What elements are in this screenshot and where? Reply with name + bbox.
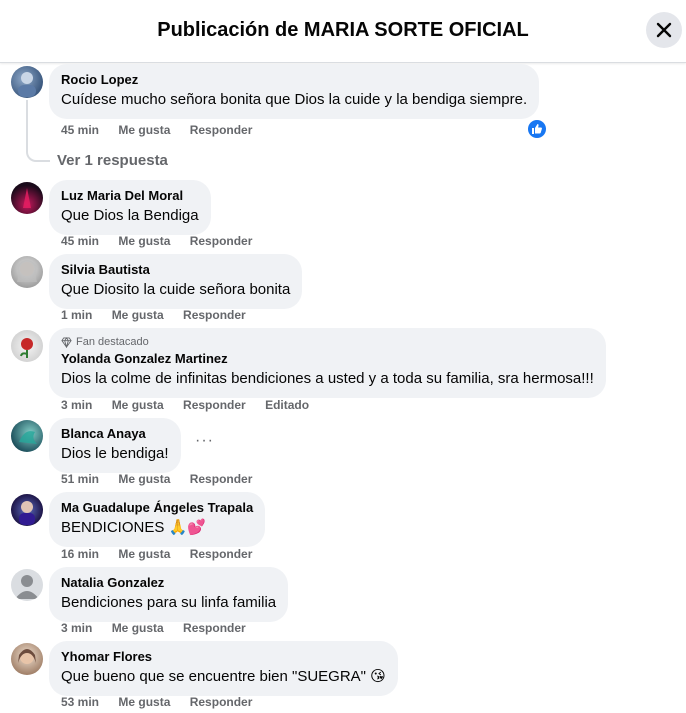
reply-button[interactable]: Responder [190,695,253,709]
more-options-button[interactable]: ··· [195,432,214,450]
comment-text: Que Diosito la cuide señora bonita [61,281,291,298]
top-fan-badge: Fan destacado [61,336,594,348]
dialog-header: Publicación de MARIA SORTE OFICIAL [0,0,686,63]
reply-button[interactable]: Responder [190,234,253,248]
comment-bubble: Blanca Anaya Dios le bendiga! [49,418,181,473]
avatar[interactable] [11,494,43,526]
comment-bubble: Silvia Bautista Que Diosito la cuide señ… [49,254,303,309]
comment-author[interactable]: Luz Maria Del Moral [61,188,199,204]
close-icon [656,22,672,38]
comment-bubble: Rocio Lopez Cuídese mucho señora bonita … [49,64,540,119]
comment-text: Cuídese mucho señora bonita que Dios la … [61,91,528,108]
avatar[interactable] [11,569,43,601]
comment-actions: 51 min Me gusta Responder [61,472,268,486]
comment-author[interactable]: Natalia Gonzalez [61,575,276,591]
comment-author[interactable]: Yhomar Flores [61,649,386,665]
comment-actions: 45 min Me gusta Responder [61,234,268,248]
like-button[interactable]: Me gusta [112,308,164,322]
comment-actions: 3 min Me gusta Responder [61,621,262,635]
comment-time[interactable]: 3 min [61,621,92,635]
badge-label: Fan destacado [76,336,149,348]
avatar[interactable] [11,182,43,214]
comment-time[interactable]: 45 min [61,123,99,137]
reply-button[interactable]: Responder [190,123,253,137]
comment-author[interactable]: Blanca Anaya [61,426,169,442]
comment-author[interactable]: Silvia Bautista [61,262,290,278]
comment-actions: 53 min Me gusta Responder [61,695,268,709]
close-button[interactable] [646,12,682,48]
reply-button[interactable]: Responder [190,547,253,561]
like-button[interactable]: Me gusta [118,547,170,561]
like-button[interactable]: Me gusta [112,621,164,635]
avatar[interactable] [11,66,43,98]
comment-time[interactable]: 16 min [61,547,99,561]
comment-text: Dios le bendiga! [61,445,169,462]
comment-bubble: Luz Maria Del Moral Que Dios la Bendiga [49,180,211,235]
comment-actions: 16 min Me gusta Responder [61,547,268,561]
reply-button[interactable]: Responder [190,472,253,486]
avatar[interactable] [11,330,43,362]
diamond-icon [61,336,72,348]
comment-time[interactable]: 3 min [61,398,92,412]
thread-line [26,100,28,148]
comment-author[interactable]: Rocio Lopez [61,72,527,88]
comment-text: BENDICIONES 🙏💕 [61,519,206,536]
view-replies-link[interactable]: Ver 1 respuesta [57,152,168,169]
reply-button[interactable]: Responder [183,621,246,635]
like-button[interactable]: Me gusta [118,472,170,486]
thread-curve [26,148,50,162]
like-button[interactable]: Me gusta [118,123,170,137]
like-button[interactable]: Me gusta [118,695,170,709]
comment-time[interactable]: 51 min [61,472,99,486]
dialog-title: Publicación de MARIA SORTE OFICIAL [157,19,529,41]
like-reaction-icon[interactable] [528,120,546,138]
like-button[interactable]: Me gusta [112,398,164,412]
comment-author[interactable]: Ma Guadalupe Ángeles Trapala [61,500,253,516]
comment-text: Bendiciones para su linfa familia [61,594,277,611]
comment-time[interactable]: 53 min [61,695,99,709]
comment-bubble: Natalia Gonzalez Bendiciones para su lin… [49,567,289,622]
reply-button[interactable]: Responder [183,308,246,322]
comment-time[interactable]: 1 min [61,308,92,322]
comment-text: Que bueno que se encuentre bien "SUEGRA"… [61,668,386,685]
reply-button[interactable]: Responder [183,398,246,412]
comment-author[interactable]: Yolanda Gonzalez Martinez [61,351,594,367]
like-button[interactable]: Me gusta [118,234,170,248]
comment-bubble: Fan destacado Yolanda Gonzalez Martinez … [49,328,606,398]
avatar[interactable] [11,643,43,675]
default-avatar-icon [15,575,39,599]
comment-bubble: Yhomar Flores Que bueno que se encuentre… [49,641,398,696]
comment-actions: 1 min Me gusta Responder [61,308,262,322]
comment-actions: 45 min Me gusta Responder [61,123,268,137]
comment-time[interactable]: 45 min [61,234,99,248]
avatar[interactable] [11,256,43,288]
comment-text: Dios la colme de infinitas bendiciones a… [61,370,594,387]
avatar[interactable] [11,420,43,452]
comment-bubble: Ma Guadalupe Ángeles Trapala BENDICIONES… [49,492,266,547]
comment-actions: 3 min Me gusta Responder Editado [61,398,325,412]
comment-text: Que Dios la Bendiga [61,207,199,224]
edited-label: Editado [265,398,310,412]
